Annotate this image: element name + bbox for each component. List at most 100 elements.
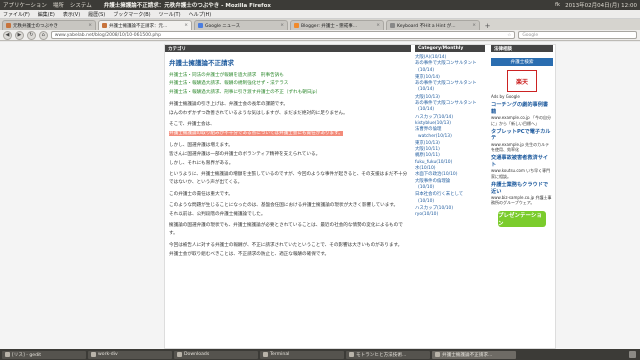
comment-link[interactable]: ryo(10/10): [415, 212, 485, 218]
close-tab-icon[interactable]: ×: [376, 23, 380, 28]
tab[interactable]: Blogger: 弁護士・懲戒事... ×: [290, 20, 384, 30]
places-menu[interactable]: 場所: [53, 1, 64, 9]
ad-link[interactable]: 弁護士業務もクラウドで近い: [491, 182, 553, 195]
menu-view[interactable]: 表示(V): [63, 11, 80, 18]
url-text: www.yabelab.net/blog/2008/10/10-061500.p…: [54, 32, 161, 38]
article-paragraph: 皆さんに国選弁護は一部の弁護士のボランティア精神を支えられている。: [169, 151, 321, 157]
taskbar-label: Terminal: [270, 352, 290, 357]
tab-label: Blogger: 弁護士・懲戒事...: [301, 23, 358, 29]
menu-edit[interactable]: 編集(E): [38, 11, 55, 18]
comment-link[interactable]: あの事件で大阪コンサルタント: [415, 61, 485, 67]
article-paragraph: このような問題が生じることになったのは、基盤会任国における弁護士擁護論の現状が大…: [169, 202, 399, 208]
menu-history[interactable]: 履歴(S): [88, 11, 105, 18]
taskbar-item[interactable]: [リス] - gedit: [2, 350, 86, 359]
back-button[interactable]: ◀: [3, 30, 12, 40]
article-paragraph-highlight: 弁護士擁護論の取り組みが不十分である点については弁護士会にも責任があります。: [169, 130, 409, 138]
page-viewport: カテゴリ Category/Monthly 法律相談 弁護士擁護論不正請求 弁護…: [0, 42, 640, 349]
comment-date: (10/14): [430, 55, 447, 60]
terminal-icon: [263, 352, 268, 357]
ads-by-google-label[interactable]: Ads by Google: [491, 94, 553, 99]
system-menu[interactable]: システム: [70, 1, 92, 9]
taskbar-item[interactable]: モトランヒと方法技術...: [346, 350, 430, 359]
article-paragraph: しかし、国選弁護は増えます。: [169, 142, 233, 148]
ad-text: www.example.co.jp 「今の自分に」から「新しい目標へ」: [491, 115, 551, 126]
taskbar-item[interactable]: Downloads: [174, 350, 258, 359]
comment-label: あの事件で大阪コンサルタント: [415, 61, 477, 67]
ad-text: www.example.jp 先生のカルテを使用、効率化: [491, 141, 550, 153]
bookmark-star-icon[interactable]: ☆: [507, 33, 511, 38]
new-tab-button[interactable]: +: [483, 21, 492, 30]
menu-tools[interactable]: ツール(T): [159, 11, 181, 18]
app-icon: [5, 352, 10, 357]
ads-sidebar: 弁護士検索 楽天 Ads by Google コーチングの劇的事例書籍 www.…: [491, 55, 553, 227]
sidebar-right-header: 法律相談: [491, 45, 553, 52]
apps-menu[interactable]: アプリケーション: [3, 1, 47, 9]
category-line[interactable]: 弁護士法・同法の弁護士が報酬を過大請求 刑事告訴も: [169, 72, 409, 80]
navigation-toolbar: ◀ ▶ ↻ ⌂ www.yabelab.net/blog/2008/10/10-…: [0, 30, 640, 41]
reload-button[interactable]: ↻: [26, 30, 36, 40]
article-paragraph: そこで、弁護士会は、: [169, 122, 215, 128]
app-icon: [91, 352, 96, 357]
forward-button[interactable]: ▶: [14, 30, 24, 40]
firefox-icon: [435, 352, 440, 357]
ad-text: www.koutsu.com いち早く専門家に相談。: [491, 168, 551, 179]
close-tab-icon[interactable]: ×: [184, 23, 188, 28]
taskbar-label: Downloads: [184, 352, 210, 357]
article-paragraph: というように、弁護士擁護論の増額を主張しているのですが、今回のような事件が起きる…: [169, 172, 408, 186]
tab-strip: 元秩弁護士のつぶやき × 弁護士擁護論不正請求：元... × Google ニュース…: [0, 19, 640, 30]
taskbar-item[interactable]: Terminal: [260, 350, 344, 359]
tab[interactable]: 元秩弁護士のつぶやき ×: [2, 20, 96, 30]
user-name[interactable]: fk: [555, 2, 560, 8]
taskbar-item[interactable]: work-div: [88, 350, 172, 359]
system-tray: fk 2013年02月04日(月) 12:00: [555, 1, 637, 9]
favicon-icon: [6, 23, 11, 28]
taskbar-label: [リス] - gedit: [12, 352, 42, 358]
home-button[interactable]: ⌂: [38, 30, 48, 40]
tab-active[interactable]: 弁護士擁護論不正請求：元... ×: [98, 20, 192, 30]
clock[interactable]: 2013年02月04日(月) 12:00: [565, 1, 637, 9]
favicon-icon: [102, 23, 107, 28]
article-title[interactable]: 弁護士擁護論不正請求: [169, 59, 409, 67]
menu-file[interactable]: ファイル(F): [3, 11, 30, 18]
tab-label: 弁護士擁護論不正請求：元...: [109, 23, 168, 29]
article-paragraph: 擁護論の国選弁護の現状でも、弁護士擁護論が必要とされていることは、最近の社会的な…: [169, 223, 403, 237]
ad-link[interactable]: 交通事故被害者救済サイト: [491, 155, 553, 168]
article-paragraph: ほんのわずかずつ改善されているような気はしますが、まだまだ絶対的に足りません。: [169, 111, 348, 117]
comment-date: (10/14): [418, 107, 435, 113]
tab-label: Keyboard 不Hit a Hint が...: [397, 23, 456, 29]
search-placeholder: Google: [522, 32, 539, 38]
search-input[interactable]: Google: [518, 31, 638, 39]
close-tab-icon[interactable]: ×: [472, 23, 476, 28]
banner-logo[interactable]: プレゼンテーション: [498, 210, 546, 227]
close-tab-icon[interactable]: ×: [88, 23, 92, 28]
comment-date: (10/10): [418, 184, 435, 190]
menu-help[interactable]: ヘルプ(H): [189, 11, 212, 18]
rakuten-ad-logo[interactable]: 楽天: [507, 70, 537, 92]
favicon-icon: [294, 23, 299, 28]
favicon-icon: [390, 23, 395, 28]
tab[interactable]: Keyboard 不Hit a Hint が... ×: [386, 20, 480, 30]
category-line[interactable]: 弁護士法・報酬過大請求、報酬の規制強化せず・法テラス: [169, 80, 409, 88]
lawyer-search-button[interactable]: 弁護士検索: [491, 58, 553, 66]
comment-date: watcher(10/13): [418, 133, 452, 139]
category-line[interactable]: 弁護士法・報酬過大請求、刑事に引き渡す弁護士の不正（ずれも朝日jp）: [169, 89, 409, 97]
blog-page: カテゴリ Category/Monthly 法律相談 弁護士擁護論不正請求 弁護…: [164, 44, 556, 349]
article-paragraph: 今回は被告人に対する弁護士の報酬が、不正に請求されていたということで、その影響は…: [169, 242, 403, 248]
tab[interactable]: Google ニュース ×: [194, 20, 288, 30]
url-bar[interactable]: www.yabelab.net/blog/2008/10/10-061500.p…: [50, 31, 516, 39]
recent-comments-list: 大阪(A)(10/14) あの事件で大阪コンサルタント (10/14) 東京(1…: [415, 55, 485, 218]
app-icon: [349, 352, 354, 357]
ad-link[interactable]: コーチングの劇的事例書籍: [491, 102, 553, 115]
taskbar: [リス] - gedit work-div Downloads Terminal…: [0, 349, 640, 360]
menu-bookmarks[interactable]: ブックマーク(B): [113, 11, 150, 18]
taskbar-label: 弁護士擁護論不正請求...: [442, 352, 493, 358]
system-top-panel: アプリケーション 場所 システム 弁護士擁護論不正請求：元秩弁護士のつぶやき -…: [0, 0, 640, 10]
close-tab-icon[interactable]: ×: [280, 23, 284, 28]
article-paragraph: それ以前は、公判段階の弁護士擁護論でした。: [169, 212, 266, 218]
trash-icon[interactable]: [629, 351, 636, 358]
article-paragraph: 弁護士会が取り組むべきことは、不正請求の防止と、適正な報酬の確保です。: [169, 251, 330, 257]
ad-link[interactable]: タブレットPCで電子カルテ: [491, 129, 553, 142]
taskbar-item-active[interactable]: 弁護士擁護論不正請求...: [432, 350, 516, 359]
folder-icon: [177, 352, 182, 357]
window-title: 弁護士擁護論不正請求：元秩弁護士のつぶやき - Mozilla Firefox: [103, 3, 271, 9]
